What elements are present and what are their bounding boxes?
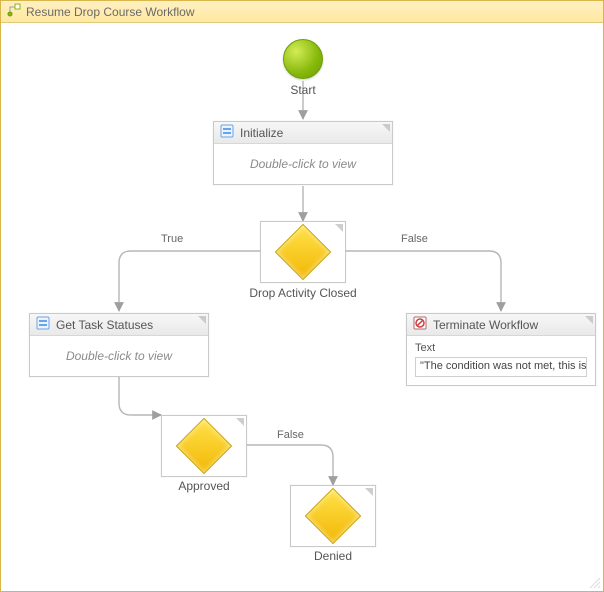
get-task-statuses-activity[interactable]: Get Task Statuses Double-click to view [29, 313, 209, 377]
drop-activity-closed-decision[interactable] [260, 221, 346, 283]
terminate-text-value[interactable]: "The condition was not met, this is n [415, 357, 587, 377]
window-title: Resume Drop Course Workflow [26, 5, 195, 19]
edge-label-false-2: False [277, 429, 304, 441]
terminate-icon [413, 316, 427, 333]
activity-header: Terminate Workflow [407, 314, 595, 336]
workflow-canvas[interactable]: Start Initialize Double-click to view Dr… [1, 23, 603, 591]
expand-corner-icon [585, 316, 593, 324]
edge-label-true: True [161, 233, 183, 245]
activity-hint: Double-click to view [30, 336, 208, 376]
diamond-icon [176, 418, 233, 475]
terminate-workflow-activity[interactable]: Terminate Workflow Text "The condition w… [406, 313, 596, 386]
denied-label: Denied [280, 549, 386, 563]
resize-grip-icon[interactable] [587, 575, 601, 589]
activity-header: Initialize [214, 122, 392, 144]
workflow-icon [7, 3, 21, 20]
activity-title: Terminate Workflow [433, 318, 538, 332]
workflow-designer-window: Resume Drop Course Workflow Start [0, 0, 604, 592]
expand-corner-icon [335, 224, 343, 232]
denied-decision[interactable] [290, 485, 376, 547]
terminate-text-label: Text [415, 342, 587, 354]
activity-hint: Double-click to view [214, 144, 392, 184]
drop-activity-closed-label: Drop Activity Closed [223, 286, 383, 300]
activity-title: Initialize [240, 126, 283, 140]
activity-icon [36, 316, 50, 333]
activity-icon [220, 124, 234, 141]
start-node[interactable] [283, 39, 323, 79]
expand-corner-icon [236, 418, 244, 426]
diamond-icon [305, 488, 362, 545]
edge-label-false: False [401, 233, 428, 245]
start-label: Start [253, 83, 353, 97]
activity-title: Get Task Statuses [56, 318, 153, 332]
expand-corner-icon [382, 124, 390, 132]
approved-decision[interactable] [161, 415, 247, 477]
terminate-body: Text "The condition was not met, this is… [407, 336, 595, 385]
initialize-activity[interactable]: Initialize Double-click to view [213, 121, 393, 185]
expand-corner-icon [365, 488, 373, 496]
diamond-icon [275, 224, 332, 281]
expand-corner-icon [198, 316, 206, 324]
activity-header: Get Task Statuses [30, 314, 208, 336]
titlebar: Resume Drop Course Workflow [1, 1, 603, 23]
approved-label: Approved [151, 479, 257, 493]
